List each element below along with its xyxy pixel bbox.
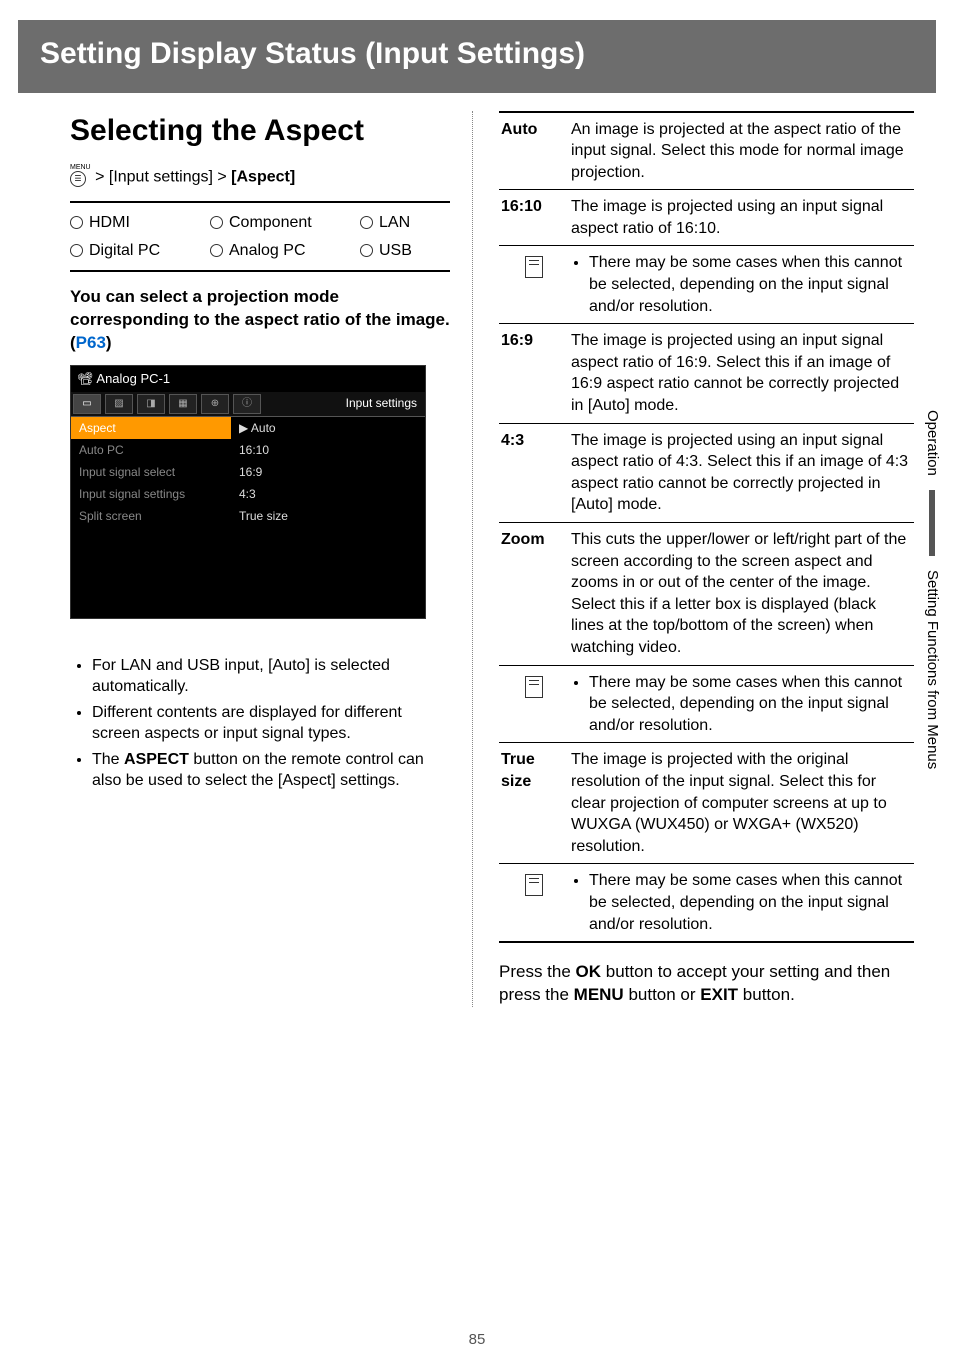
note-icon-cell xyxy=(499,246,569,288)
closing-text: Press the OK button to accept your setti… xyxy=(499,961,914,1007)
option-label: True size xyxy=(499,743,569,863)
option-label: 4:3 xyxy=(499,424,569,522)
side-tab-label-2: Setting Functions from Menus xyxy=(922,570,942,769)
osd-right-item: ▶ Auto xyxy=(231,417,425,439)
note-icon xyxy=(525,874,543,896)
note-row: There may be some cases when this cannot… xyxy=(499,666,914,744)
osd-title: 📽 Analog PC-1 xyxy=(71,366,425,392)
note-icon-cell xyxy=(499,666,569,708)
side-tab-label-1: Operation xyxy=(922,410,942,476)
note-icon xyxy=(525,256,543,278)
page-header-title: Setting Display Status (Input Settings) xyxy=(40,37,585,70)
note-row: There may be some cases when this cannot… xyxy=(499,246,914,324)
osd-tab: ◨ xyxy=(137,394,165,414)
intro-text: You can select a projection mode corresp… xyxy=(70,286,450,355)
option-desc: The image is projected using an input si… xyxy=(569,424,914,522)
radio-icon xyxy=(70,216,83,229)
table-row: 16:10 The image is projected using an in… xyxy=(499,190,914,246)
osd-right-list: ▶ Auto 16:10 16:9 4:3 True size xyxy=(231,417,425,528)
left-column: Selecting the Aspect MENU ☰ > [Input set… xyxy=(70,111,450,1007)
table-row: Zoom This cuts the upper/lower or left/r… xyxy=(499,523,914,666)
radio-icon xyxy=(210,216,223,229)
note-text: There may be some cases when this cannot… xyxy=(569,666,914,743)
osd-tab: ⓘ xyxy=(233,394,261,414)
note-icon-cell xyxy=(499,864,569,906)
osd-tab: ▦ xyxy=(169,394,197,414)
radio-icon xyxy=(360,244,373,257)
option-desc: This cuts the upper/lower or left/right … xyxy=(569,523,914,665)
note-text: There may be some cases when this cannot… xyxy=(569,864,914,941)
osd-left-item: Input signal settings xyxy=(71,483,231,505)
osd-tab: ▭ xyxy=(73,394,101,414)
option-label: 16:10 xyxy=(499,190,569,245)
osd-right-item: 16:10 xyxy=(231,439,425,461)
table-row: 16:9 The image is projected using an inp… xyxy=(499,324,914,423)
osd-screenshot: 📽 Analog PC-1 ▭ ▨ ◨ ▦ ⊕ ⓘ Input settings… xyxy=(70,365,426,618)
osd-tab: ▨ xyxy=(105,394,133,414)
breadcrumb-path: > [Input settings] > xyxy=(95,168,231,185)
table-row: True size The image is projected with th… xyxy=(499,743,914,864)
page-link[interactable]: P63 xyxy=(76,333,106,352)
input-hdmi: HDMI xyxy=(70,209,210,237)
option-desc: The image is projected using an input si… xyxy=(569,324,914,422)
list-item: The ASPECT button on the remote control … xyxy=(92,749,450,792)
radio-icon xyxy=(210,244,223,257)
option-desc: The image is projected using an input si… xyxy=(569,190,914,245)
page-number: 85 xyxy=(0,1330,954,1350)
note-row: There may be some cases when this cannot… xyxy=(499,864,914,943)
option-label: Auto xyxy=(499,113,569,190)
list-item: Different contents are displayed for dif… xyxy=(92,702,450,745)
radio-icon xyxy=(70,244,83,257)
input-component: Component xyxy=(210,209,360,237)
osd-left-item: Input signal select xyxy=(71,461,231,483)
options-table: Auto An image is projected at the aspect… xyxy=(499,111,914,944)
osd-right-item: True size xyxy=(231,505,425,527)
table-row: Auto An image is projected at the aspect… xyxy=(499,113,914,191)
osd-tabs-label: Input settings xyxy=(346,395,425,411)
osd-left-list: Aspect Auto PC Input signal select Input… xyxy=(71,417,231,528)
input-analog-pc: Analog PC xyxy=(210,237,360,265)
option-desc: An image is projected at the aspect rati… xyxy=(569,113,914,190)
option-label: 16:9 xyxy=(499,324,569,422)
breadcrumb-target: [Aspect] xyxy=(231,168,295,185)
note-icon xyxy=(525,676,543,698)
osd-left-item: Split screen xyxy=(71,505,231,527)
radio-icon xyxy=(360,216,373,229)
menu-icon: ☰ xyxy=(70,171,86,187)
input-row-2: Digital PC Analog PC USB xyxy=(70,237,450,265)
side-tab: Operation Setting Functions from Menus xyxy=(922,410,942,769)
input-types-table: HDMI Component LAN Digital PC Analog PC … xyxy=(70,201,450,272)
input-digital-pc: Digital PC xyxy=(70,237,210,265)
osd-tabs: ▭ ▨ ◨ ▦ ⊕ ⓘ Input settings xyxy=(71,392,425,417)
osd-left-item: Auto PC xyxy=(71,439,231,461)
section-title: Selecting the Aspect xyxy=(70,111,450,152)
option-label: Zoom xyxy=(499,523,569,665)
osd-spacer xyxy=(71,528,425,618)
list-item: For LAN and USB input, [Auto] is selecte… xyxy=(92,655,450,698)
input-usb: USB xyxy=(360,237,450,265)
input-row-1: HDMI Component LAN xyxy=(70,209,450,237)
osd-right-item: 16:9 xyxy=(231,461,425,483)
table-row: 4:3 The image is projected using an inpu… xyxy=(499,424,914,523)
breadcrumb: MENU ☰ > [Input settings] > [Aspect] xyxy=(70,163,450,191)
osd-body: Aspect Auto PC Input signal select Input… xyxy=(71,417,425,528)
page-header: Setting Display Status (Input Settings) xyxy=(18,20,936,93)
note-text: There may be some cases when this cannot… xyxy=(569,246,914,323)
input-lan: LAN xyxy=(360,209,450,237)
option-desc: The image is projected with the original… xyxy=(569,743,914,863)
notes-list: For LAN and USB input, [Auto] is selecte… xyxy=(70,655,450,793)
osd-left-item: Aspect xyxy=(71,417,231,439)
osd-tab: ⊕ xyxy=(201,394,229,414)
osd-right-item: 4:3 xyxy=(231,483,425,505)
right-column: Auto An image is projected at the aspect… xyxy=(472,111,914,1007)
side-tab-bar xyxy=(929,490,935,556)
content-columns: Selecting the Aspect MENU ☰ > [Input set… xyxy=(0,111,954,1007)
